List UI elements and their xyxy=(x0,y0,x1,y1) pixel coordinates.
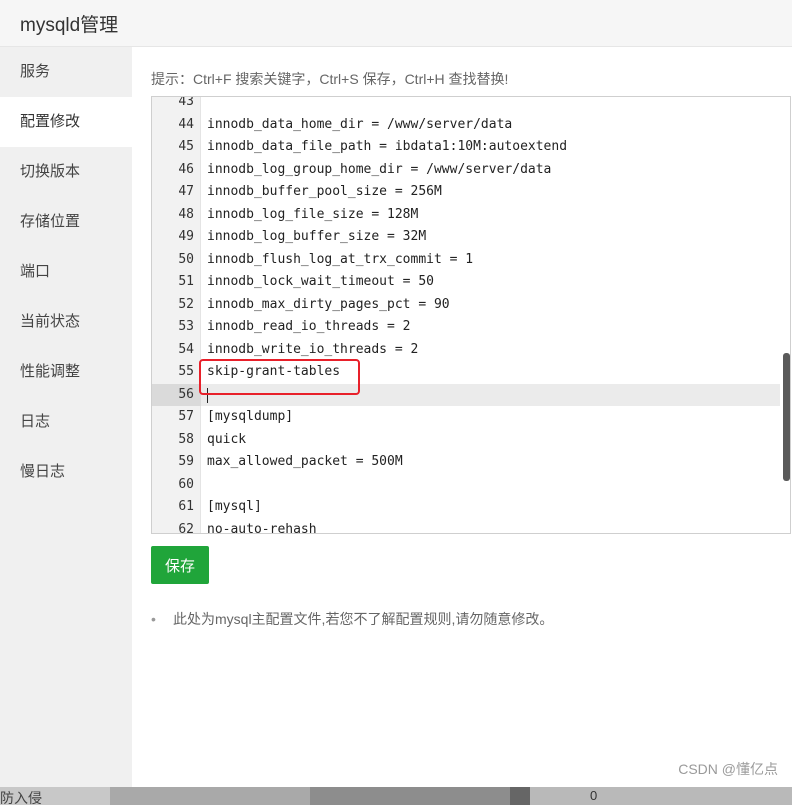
window-title: mysqld管理 xyxy=(20,15,119,36)
line-number: 50 xyxy=(178,251,194,267)
red-highlight-box xyxy=(199,359,360,395)
editor-line[interactable]: 44 innodb_data_home_dir = /www/server/dat… xyxy=(152,114,780,137)
shortcut-hint: 提示：Ctrl+F 搜索关键字，Ctrl+S 保存，Ctrl+H 查找替换! xyxy=(151,71,509,87)
background-taskbar-strip: 防入侵 0 xyxy=(0,787,792,805)
editor-scrollbar-thumb[interactable] xyxy=(783,353,790,481)
sidebar-item-performance-tuning[interactable]: 性能调整 xyxy=(0,347,132,397)
sidebar-item-config-edit[interactable]: 配置修改 xyxy=(0,97,132,147)
line-code[interactable]: innodb_log_group_home_dir = /www/server/… xyxy=(207,159,551,182)
editor-line[interactable]: 47 innodb_buffer_pool_size = 256M xyxy=(152,181,780,204)
line-code[interactable]: innodb_flush_log_at_trx_commit = 1 xyxy=(207,249,473,272)
line-number: 44 xyxy=(178,116,194,132)
editor-line[interactable]: 51 innodb_lock_wait_timeout = 50 xyxy=(152,271,780,294)
sidebar: 服务 配置修改 切换版本 存储位置 端口 当前状态 性能调整 日志 慢日志 xyxy=(0,47,132,787)
sidebar-item-log[interactable]: 日志 xyxy=(0,397,132,447)
line-code[interactable]: innodb_log_file_size = 128M xyxy=(207,204,418,227)
line-code[interactable]: innodb_data_file_path = ibdata1:10M:auto… xyxy=(207,136,567,159)
editor-line[interactable]: 43 xyxy=(152,96,780,114)
line-code[interactable]: innodb_lock_wait_timeout = 50 xyxy=(207,271,434,294)
line-number: 43 xyxy=(178,96,194,109)
line-number: 58 xyxy=(178,431,194,447)
sidebar-item-port[interactable]: 端口 xyxy=(0,247,132,297)
line-code[interactable]: no-auto-rehash xyxy=(207,519,317,534)
line-number: 59 xyxy=(178,454,194,469)
line-number: 61 xyxy=(178,499,194,514)
line-number: 45 xyxy=(178,139,194,154)
config-editor[interactable]: 43 44 innodb_data_home_dir = /www/server/d… xyxy=(151,96,791,534)
editor-line[interactable]: 50 innodb_flush_log_at_trx_commit = 1 xyxy=(152,249,780,272)
line-code[interactable]: innodb_data_home_dir = /www/server/data xyxy=(207,114,512,137)
line-code[interactable]: innodb_write_io_threads = 2 xyxy=(207,339,418,362)
sidebar-item-storage-location[interactable]: 存储位置 xyxy=(0,197,132,247)
line-number: 51 xyxy=(178,274,194,289)
editor-scrollbar[interactable] xyxy=(780,97,790,533)
main-panel: 提示：Ctrl+F 搜索关键字，Ctrl+S 保存，Ctrl+H 查找替换! 4… xyxy=(132,47,792,787)
line-number: 62 xyxy=(178,521,194,534)
editor-line[interactable]: 62 no-auto-rehash xyxy=(152,519,780,534)
line-code[interactable]: innodb_read_io_threads = 2 xyxy=(207,316,411,339)
config-warning-note: • 此处为mysql主配置文件,若您不了解配置规则,请勿随意修改。 xyxy=(151,609,553,629)
line-number: 49 xyxy=(178,229,194,244)
mysqld-manager-window: mysqld管理 服务 配置修改 切换版本 存储位置 端口 当前状态 性能调整 … xyxy=(0,0,792,805)
editor-lines[interactable]: 43 44 innodb_data_home_dir = /www/server/d… xyxy=(152,96,780,534)
bullet-icon: • xyxy=(151,611,156,627)
sidebar-item-slow-log[interactable]: 慢日志 xyxy=(0,447,132,497)
editor-line[interactable]: 52 innodb_max_dirty_pages_pct = 90 xyxy=(152,294,780,317)
editor-line[interactable]: 57 [mysqldump] xyxy=(152,406,780,429)
taskbar-label: 防入侵 xyxy=(0,790,42,805)
editor-line[interactable]: 46 innodb_log_group_home_dir = /www/serve… xyxy=(152,159,780,182)
editor-line[interactable]: 49 innodb_log_buffer_size = 32M xyxy=(152,226,780,249)
line-code[interactable]: [mysql] xyxy=(207,496,262,519)
watermark: CSDN @懂亿点 xyxy=(678,761,778,777)
line-number: 48 xyxy=(178,206,194,222)
editor-line[interactable]: 45 innodb_data_file_path = ibdata1:10M:au… xyxy=(152,136,780,159)
line-number: 54 xyxy=(178,341,194,357)
line-number: 57 xyxy=(178,409,194,424)
save-button[interactable]: 保存 xyxy=(151,546,209,584)
line-number: 53 xyxy=(178,319,194,334)
line-number: 47 xyxy=(178,184,194,199)
line-code[interactable]: innodb_buffer_pool_size = 256M xyxy=(207,181,442,204)
config-warning-text: 此处为mysql主配置文件,若您不了解配置规则,请勿随意修改。 xyxy=(173,611,554,627)
line-number: 60 xyxy=(178,476,194,492)
editor-line[interactable]: 60 xyxy=(152,474,780,497)
title-bar: mysqld管理 xyxy=(0,0,792,47)
sidebar-item-current-status[interactable]: 当前状态 xyxy=(0,297,132,347)
line-code[interactable]: quick xyxy=(207,429,246,452)
taskbar-number: 0 xyxy=(590,788,598,803)
sidebar-item-switch-version[interactable]: 切换版本 xyxy=(0,147,132,197)
editor-line[interactable]: 54 innodb_write_io_threads = 2 xyxy=(152,339,780,362)
editor-line[interactable]: 53 innodb_read_io_threads = 2 xyxy=(152,316,780,339)
sidebar-item-service[interactable]: 服务 xyxy=(0,47,132,97)
editor-line[interactable]: 61 [mysql] xyxy=(152,496,780,519)
line-code[interactable]: innodb_log_buffer_size = 32M xyxy=(207,226,426,249)
line-code[interactable]: [mysqldump] xyxy=(207,406,293,429)
editor-line[interactable]: 48 innodb_log_file_size = 128M xyxy=(152,204,780,227)
editor-line[interactable]: 58 quick xyxy=(152,429,780,452)
line-number: 56 xyxy=(152,383,201,406)
line-number: 46 xyxy=(178,161,194,177)
line-code[interactable]: max_allowed_packet = 500M xyxy=(207,451,403,474)
line-number: 52 xyxy=(178,296,194,312)
line-code[interactable]: innodb_max_dirty_pages_pct = 90 xyxy=(207,294,450,317)
line-number: 55 xyxy=(178,364,194,379)
editor-line[interactable]: 59 max_allowed_packet = 500M xyxy=(152,451,780,474)
